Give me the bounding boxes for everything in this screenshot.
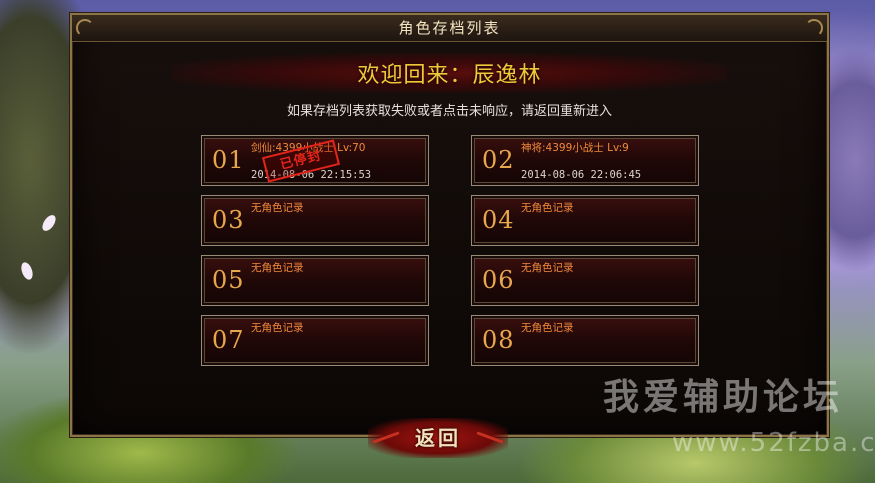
watermark-url: www.52fzba.com [672, 428, 875, 458]
slot-character: 无角色记录 [521, 202, 574, 214]
slot-number: 05 [212, 266, 245, 294]
slot-date: 2014-08-06 22:06:45 [521, 169, 642, 181]
corner-ornament-icon [805, 19, 823, 37]
slot-character: 无角色记录 [251, 262, 304, 274]
slot-number: 07 [212, 326, 245, 354]
slot-number: 06 [482, 266, 515, 294]
save-slot-05[interactable]: 05 无角色记录 [201, 255, 429, 306]
back-button[interactable]: 返回 [368, 418, 508, 458]
slot-number: 08 [482, 326, 515, 354]
save-slot-08[interactable]: 08 无角色记录 [471, 315, 699, 366]
save-slot-06[interactable]: 06 无角色记录 [471, 255, 699, 306]
welcome-text: 欢迎回来：辰逸林 [357, 63, 542, 88]
panel-title: 角色存档列表 [72, 15, 827, 42]
slot-character: 神将:4399小战士 Lv:9 [521, 142, 629, 154]
slot-number: 01 [212, 146, 245, 174]
corner-ornament-icon [76, 19, 94, 37]
slot-number: 03 [212, 206, 245, 234]
watermark-text: 我爱辅助论坛 [603, 377, 844, 418]
slot-character: 无角色记录 [521, 322, 574, 334]
slot-character: 无角色记录 [521, 262, 574, 274]
save-slot-04[interactable]: 04 无角色记录 [471, 195, 699, 246]
slot-number: 04 [482, 206, 515, 234]
save-slot-02[interactable]: 02 神将:4399小战士 Lv:9 2014-08-06 22:06:45 [471, 135, 699, 186]
slot-character: 无角色记录 [251, 322, 304, 334]
slot-character: 无角色记录 [251, 202, 304, 214]
save-slot-07[interactable]: 07 无角色记录 [201, 315, 429, 366]
notice-text: 如果存档列表获取失败或者点击未响应，请返回重新进入 [286, 104, 612, 119]
save-slot-03[interactable]: 03 无角色记录 [201, 195, 429, 246]
save-slot-01[interactable]: 01 剑仙:4399小战士 Lv:70 2014-08-06 22:15:53 … [201, 135, 429, 186]
slot-number: 02 [482, 146, 515, 174]
